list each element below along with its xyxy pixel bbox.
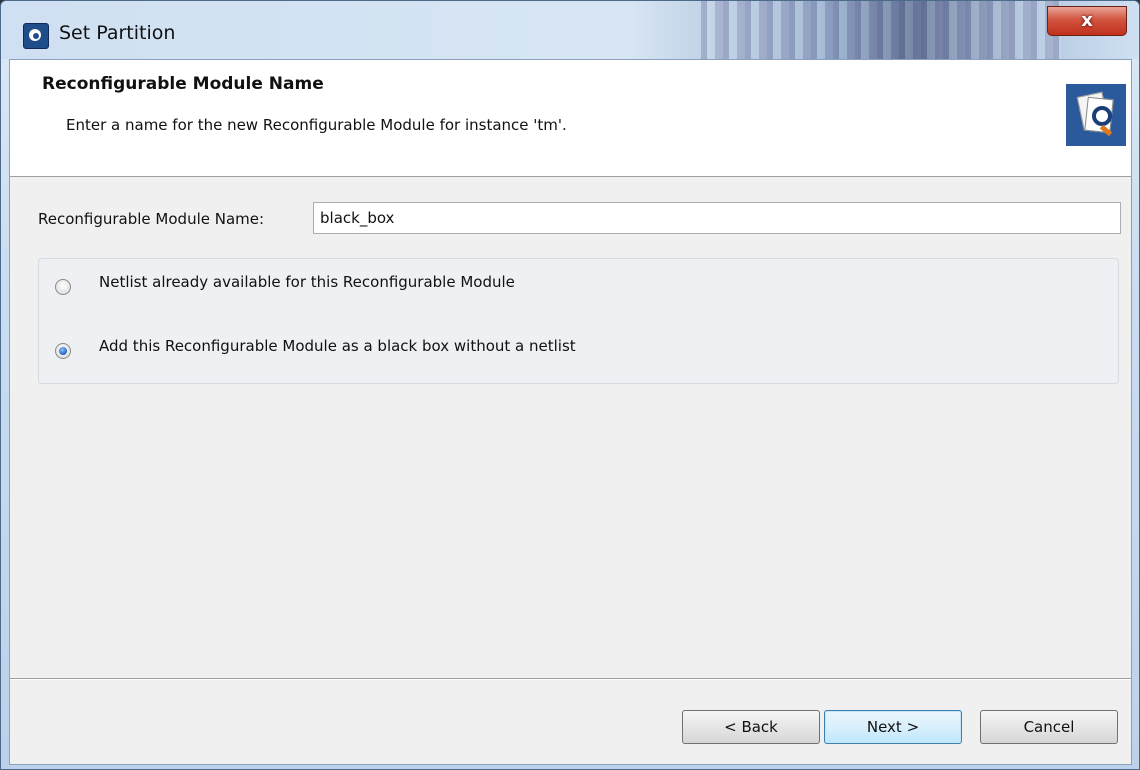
next-button[interactable]: Next > [824,710,962,744]
window-title: Set Partition [59,22,176,44]
option-label: Netlist already available for this Recon… [99,273,515,291]
back-button[interactable]: < Back [682,710,820,744]
wizard-header: Reconfigurable Module Name Enter a name … [10,60,1131,177]
header-title: Reconfigurable Module Name [42,74,324,94]
option-label: Add this Reconfigurable Module as a blac… [99,337,576,355]
netlist-options-group: Netlist already available for this Recon… [38,258,1119,384]
close-button[interactable]: x [1047,6,1127,36]
dialog-window: Set Partition x Reconfigurable Module Na… [0,0,1140,770]
footer-divider-highlight [10,679,1131,680]
title-bar[interactable]: Set Partition x [1,1,1139,59]
option-netlist-available[interactable]: Netlist already available for this Recon… [39,271,1099,301]
radio-black-box[interactable] [55,343,71,359]
module-name-label: Reconfigurable Module Name: [38,210,265,228]
dialog-client: Reconfigurable Module Name Enter a name … [9,59,1132,765]
app-icon [23,23,49,49]
option-black-box[interactable]: Add this Reconfigurable Module as a blac… [39,335,1099,365]
cancel-button[interactable]: Cancel [980,710,1118,744]
magnifier-icon [1092,106,1112,126]
module-name-input[interactable] [313,202,1121,234]
radio-netlist-available[interactable] [55,279,71,295]
wizard-icon [1066,84,1126,146]
header-description: Enter a name for the new Reconfigurable … [66,116,567,134]
